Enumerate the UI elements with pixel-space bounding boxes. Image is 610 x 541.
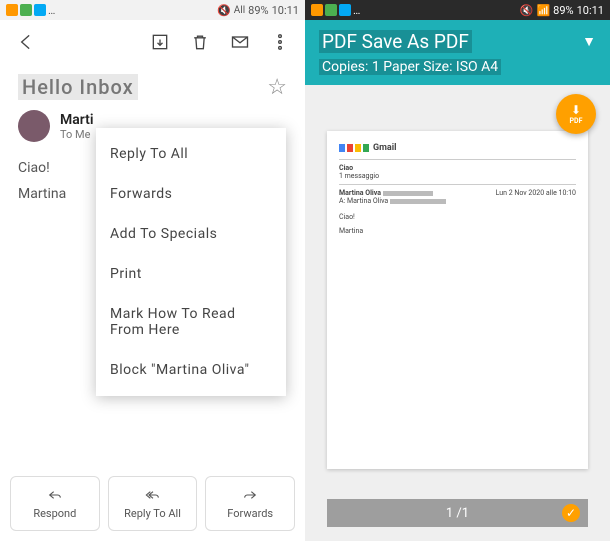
print-header[interactable]: PDF Save As PDF ▼ Copies: 1 Paper Size: … <box>305 20 610 85</box>
email-subject: Hello Inbox <box>18 74 138 100</box>
forward-button[interactable]: Forwards <box>205 476 295 531</box>
status-icon <box>20 4 32 16</box>
overflow-icon[interactable] <box>269 31 291 53</box>
overflow-menu: Reply To All Forwards Add To Specials Pr… <box>96 128 286 396</box>
battery-text: 89% <box>248 4 268 17</box>
menu-add-specials[interactable]: Add To Specials <box>96 214 286 254</box>
battery-text: 89% <box>553 4 573 17</box>
email-toolbar <box>0 20 305 64</box>
menu-print[interactable]: Print <box>96 254 286 294</box>
preview-page[interactable]: Gmail Ciao 1 messaggio Martina Oliva Lun… <box>327 131 588 469</box>
avatar <box>18 110 50 142</box>
status-icon <box>34 4 46 16</box>
archive-icon[interactable] <box>149 31 171 53</box>
status-icon <box>339 4 351 16</box>
reply-all-label: Reply To All <box>124 507 181 520</box>
status-icon <box>311 4 323 16</box>
time-text: 10:11 <box>577 4 604 17</box>
star-icon[interactable]: ☆ <box>267 75 287 100</box>
forward-label: Forwards <box>227 507 273 520</box>
download-icon: ⬇ <box>571 103 581 117</box>
print-settings-summary: Copies: 1 Paper Size: ISO A4 <box>319 59 501 75</box>
preview-to: A: Martina Oliva <box>339 197 388 205</box>
email-app-screen: … 🔇 All 89% 10:11 Hello Inbox ☆ <box>0 0 305 541</box>
menu-reply-all[interactable]: Reply To All <box>96 134 286 174</box>
signal-icon: 📶 <box>536 4 550 17</box>
save-pdf-button[interactable]: ⬇ PDF <box>556 94 596 134</box>
print-preview-area: Gmail Ciao 1 messaggio Martina Oliva Lun… <box>305 85 610 479</box>
respond-label: Respond <box>33 507 76 520</box>
redacted <box>390 199 446 204</box>
menu-block[interactable]: Block "Martina Oliva" <box>96 350 286 390</box>
page-indicator: 1 /1 ✓ <box>327 499 588 527</box>
status-icon <box>6 4 18 16</box>
preview-date: Lun 2 Nov 2020 alle 10:10 <box>496 189 576 197</box>
preview-from: Martina Oliva <box>339 189 381 197</box>
trash-icon[interactable] <box>189 31 211 53</box>
mail-icon[interactable] <box>229 31 251 53</box>
preview-subject: Ciao <box>339 164 353 172</box>
print-preview-screen: … 🔇 📶 89% 10:11 PDF Save As PDF ▼ Copies… <box>305 0 610 541</box>
forward-icon <box>242 487 258 503</box>
page-count: 1 /1 <box>446 506 469 521</box>
time-text: 10:11 <box>272 4 299 17</box>
bottom-action-bar: Respond Reply To All Forwards <box>10 476 295 531</box>
mute-icon: 🔇 <box>217 4 231 17</box>
chevron-down-icon[interactable]: ▼ <box>582 33 596 50</box>
preview-msg-count: 1 messaggio <box>339 172 576 180</box>
preview-body: Ciao! <box>339 213 576 221</box>
page-selected-icon[interactable]: ✓ <box>562 504 580 522</box>
redacted <box>383 191 433 196</box>
reply-all-button[interactable]: Reply To All <box>108 476 198 531</box>
status-bar: … 🔇 📶 89% 10:11 <box>305 0 610 20</box>
sender-name: Marti <box>60 112 94 128</box>
mute-icon: 🔇 <box>520 4 534 17</box>
pdf-fab-label: PDF <box>570 117 583 125</box>
back-icon[interactable] <box>14 31 36 53</box>
status-more: … <box>48 4 55 17</box>
subject-row: Hello Inbox ☆ <box>0 64 305 106</box>
gmail-logo: Gmail <box>339 143 576 153</box>
status-more: … <box>353 4 360 17</box>
reply-all-icon <box>145 487 161 503</box>
preview-body: Martina <box>339 227 576 235</box>
menu-mark-read[interactable]: Mark How To Read From Here <box>96 294 286 350</box>
status-bar: … 🔇 All 89% 10:11 <box>0 0 305 20</box>
signal-text: All <box>234 5 245 16</box>
sender-to: To Me <box>60 128 94 141</box>
reply-icon <box>47 487 63 503</box>
respond-button[interactable]: Respond <box>10 476 100 531</box>
status-icon <box>325 4 337 16</box>
print-destination: PDF Save As PDF <box>319 30 472 53</box>
menu-forwards[interactable]: Forwards <box>96 174 286 214</box>
